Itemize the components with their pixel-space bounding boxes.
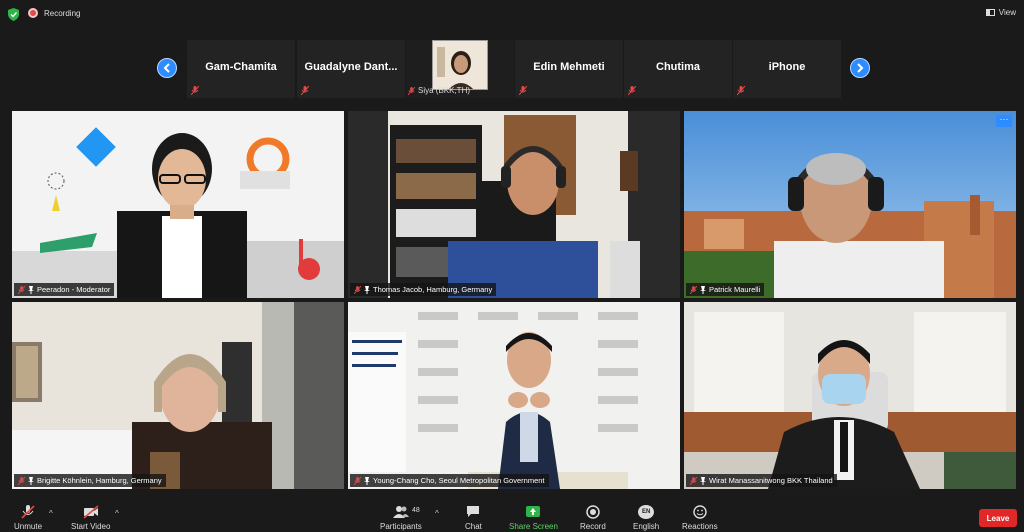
mic-muted-icon	[690, 476, 697, 485]
reactions-button[interactable]: Reactions	[682, 505, 718, 531]
participant-label: Thomas Jacob, Hamburg, Germany	[350, 283, 497, 296]
mic-muted-icon	[18, 476, 25, 485]
mic-muted-icon	[737, 86, 745, 95]
participant-video	[348, 111, 680, 298]
unmute-button[interactable]: Unmute	[14, 505, 42, 531]
mic-muted-icon	[191, 86, 199, 95]
participant-video	[684, 111, 1016, 298]
participants-options-caret[interactable]: ^	[435, 509, 439, 518]
mic-muted-icon	[408, 86, 415, 95]
share-screen-icon	[526, 506, 541, 517]
record-label: Record	[580, 522, 606, 531]
mic-muted-icon	[628, 86, 636, 95]
participant-video	[432, 40, 488, 90]
video-tile[interactable]: Peeradon - Moderator	[12, 111, 344, 298]
video-options-caret[interactable]: ^	[115, 509, 119, 518]
participant-name: iPhone	[768, 61, 806, 73]
filmstrip-tile[interactable]: Gam-Chamita	[187, 40, 295, 98]
participant-video	[348, 302, 680, 489]
participant-video	[12, 111, 344, 298]
participants-count: 48	[412, 507, 420, 514]
pin-icon	[364, 285, 370, 294]
recording-label: Recording	[44, 8, 81, 18]
unmute-label: Unmute	[14, 522, 43, 531]
view-label: View	[998, 8, 1016, 17]
record-button[interactable]: Record	[580, 505, 606, 531]
mic-muted-icon	[354, 285, 361, 294]
pin-icon	[28, 476, 34, 485]
mic-muted-icon	[519, 86, 527, 95]
participant-label: Brigitte Köhnlein, Hamburg, Germany	[14, 474, 166, 487]
participants-icon	[392, 506, 409, 518]
participant-name: Patrick Maurelli	[709, 285, 761, 294]
filmstrip-tile[interactable]: Guadalyne Dant...	[297, 40, 405, 98]
filmstrip-tile[interactable]: iPhone	[733, 40, 841, 98]
mic-muted-icon	[354, 476, 361, 485]
participant-video	[684, 302, 1016, 489]
video-tile[interactable]: ··· Patrick Maurelli	[684, 111, 1016, 298]
mic-muted-icon	[301, 86, 309, 95]
participant-label: Patrick Maurelli	[686, 283, 765, 296]
participants-label: Participants	[380, 522, 422, 531]
filmstrip-tile[interactable]: Chutima	[624, 40, 732, 98]
shield-icon[interactable]	[8, 8, 19, 21]
pin-icon	[700, 285, 706, 294]
participant-name: Peeradon - Moderator	[37, 285, 111, 294]
participant-name: Guadalyne Dant...	[304, 61, 398, 73]
language-badge: EN	[641, 509, 651, 515]
filmstrip-tile[interactable]: Edin Mehmeti	[515, 40, 623, 98]
share-screen-button[interactable]: Share Screen	[509, 505, 558, 531]
participant-label: Young-Chang Cho, Seoul Metropolitan Gove…	[350, 474, 549, 487]
leave-button[interactable]: Leave	[979, 509, 1017, 527]
chat-label: Chat	[465, 522, 482, 531]
video-tile[interactable]: Wirat Manassanitwong BKK Thailand	[684, 302, 1016, 489]
chevron-left-icon	[163, 63, 170, 73]
participant-video	[12, 302, 344, 489]
language-interpretation-button[interactable]: EN English	[633, 505, 659, 531]
chat-button[interactable]: Chat	[465, 505, 482, 531]
pin-icon	[364, 476, 370, 485]
view-button[interactable]: View	[985, 8, 1016, 17]
english-label: English	[633, 522, 660, 531]
share-screen-label: Share Screen	[509, 522, 558, 531]
start-video-button[interactable]: Start Video	[71, 505, 110, 531]
chat-icon	[467, 506, 480, 517]
participant-label: Wirat Manassanitwong BKK Thailand	[686, 474, 837, 487]
participant-name: Wirat Manassanitwong BKK Thailand	[709, 476, 833, 485]
record-dot-icon	[28, 8, 38, 18]
pin-icon	[28, 285, 34, 294]
participant-name: Edin Mehmeti	[533, 61, 605, 73]
participant-name: Young-Chang Cho, Seoul Metropolitan Gove…	[373, 476, 545, 485]
participant-name: Siya (BKK,TH)	[418, 86, 471, 95]
participant-name: Thomas Jacob, Hamburg, Germany	[373, 285, 493, 294]
record-icon	[586, 505, 600, 519]
participant-name: Brigitte Köhnlein, Hamburg, Germany	[37, 476, 162, 485]
globe-icon: EN	[638, 505, 655, 519]
pin-icon	[700, 476, 706, 485]
top-bar: Recording View	[0, 0, 1024, 28]
video-tile[interactable]: Young-Chang Cho, Seoul Metropolitan Gove…	[348, 302, 680, 489]
start-video-label: Start Video	[71, 522, 111, 531]
more-options-button[interactable]: ···	[996, 115, 1012, 127]
mic-muted-icon	[18, 285, 25, 294]
grid-view-icon	[985, 9, 995, 16]
participant-label: Peeradon - Moderator	[14, 283, 115, 296]
participant-label: Siya (BKK,TH)	[408, 86, 470, 95]
smiley-icon	[693, 505, 707, 519]
reactions-label: Reactions	[682, 522, 718, 531]
recording-indicator[interactable]: Recording	[28, 8, 80, 18]
mic-muted-icon	[690, 285, 697, 294]
audio-options-caret[interactable]: ^	[49, 509, 53, 518]
chevron-right-icon	[857, 63, 864, 73]
filmstrip-prev-button[interactable]	[157, 58, 177, 78]
video-tile[interactable]: Thomas Jacob, Hamburg, Germany	[348, 111, 680, 298]
participant-name: Chutima	[656, 61, 700, 73]
video-off-icon	[83, 505, 99, 519]
video-tile[interactable]: Brigitte Köhnlein, Hamburg, Germany	[12, 302, 344, 489]
filmstrip-next-button[interactable]	[850, 58, 870, 78]
participant-name: Gam-Chamita	[205, 61, 277, 73]
mic-muted-icon	[21, 505, 35, 519]
